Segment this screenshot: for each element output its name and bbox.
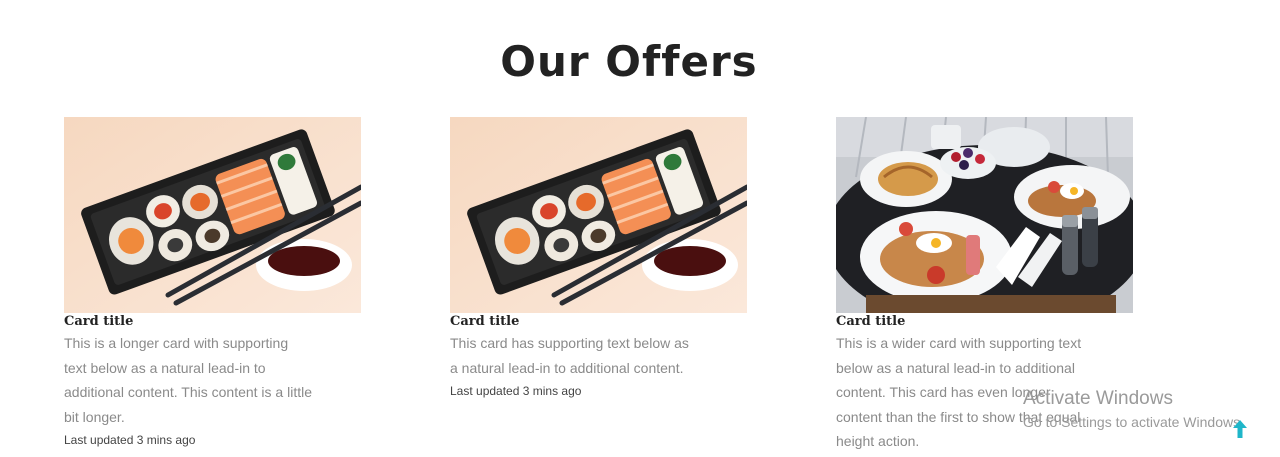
card-title: Card title (450, 314, 520, 329)
card-text: This is a wider card with supporting tex… (836, 335, 1082, 449)
card-title: Card title (64, 314, 134, 329)
sushi-image (450, 117, 747, 313)
page-title: Our Offers (500, 37, 758, 87)
arrow-up-icon (1233, 420, 1247, 438)
card-updated: Last updated 3 mins ago (64, 433, 196, 447)
offer-card-1: Card title This is a longer card with su… (64, 117, 362, 449)
card-updated: Last updated 3 mins ago (450, 384, 582, 398)
card-text: This card has supporting text below as a… (450, 335, 689, 376)
offer-card-3: Card title This is a wider card with sup… (836, 117, 1134, 454)
breakfast-image (836, 117, 1133, 313)
sushi-image (64, 117, 361, 313)
offer-card-2: Card title This card has supporting text… (450, 117, 748, 400)
scroll-to-top-button[interactable] (1230, 418, 1250, 440)
card-text: This is a longer card with supporting te… (64, 335, 313, 425)
card-title: Card title (836, 314, 906, 329)
